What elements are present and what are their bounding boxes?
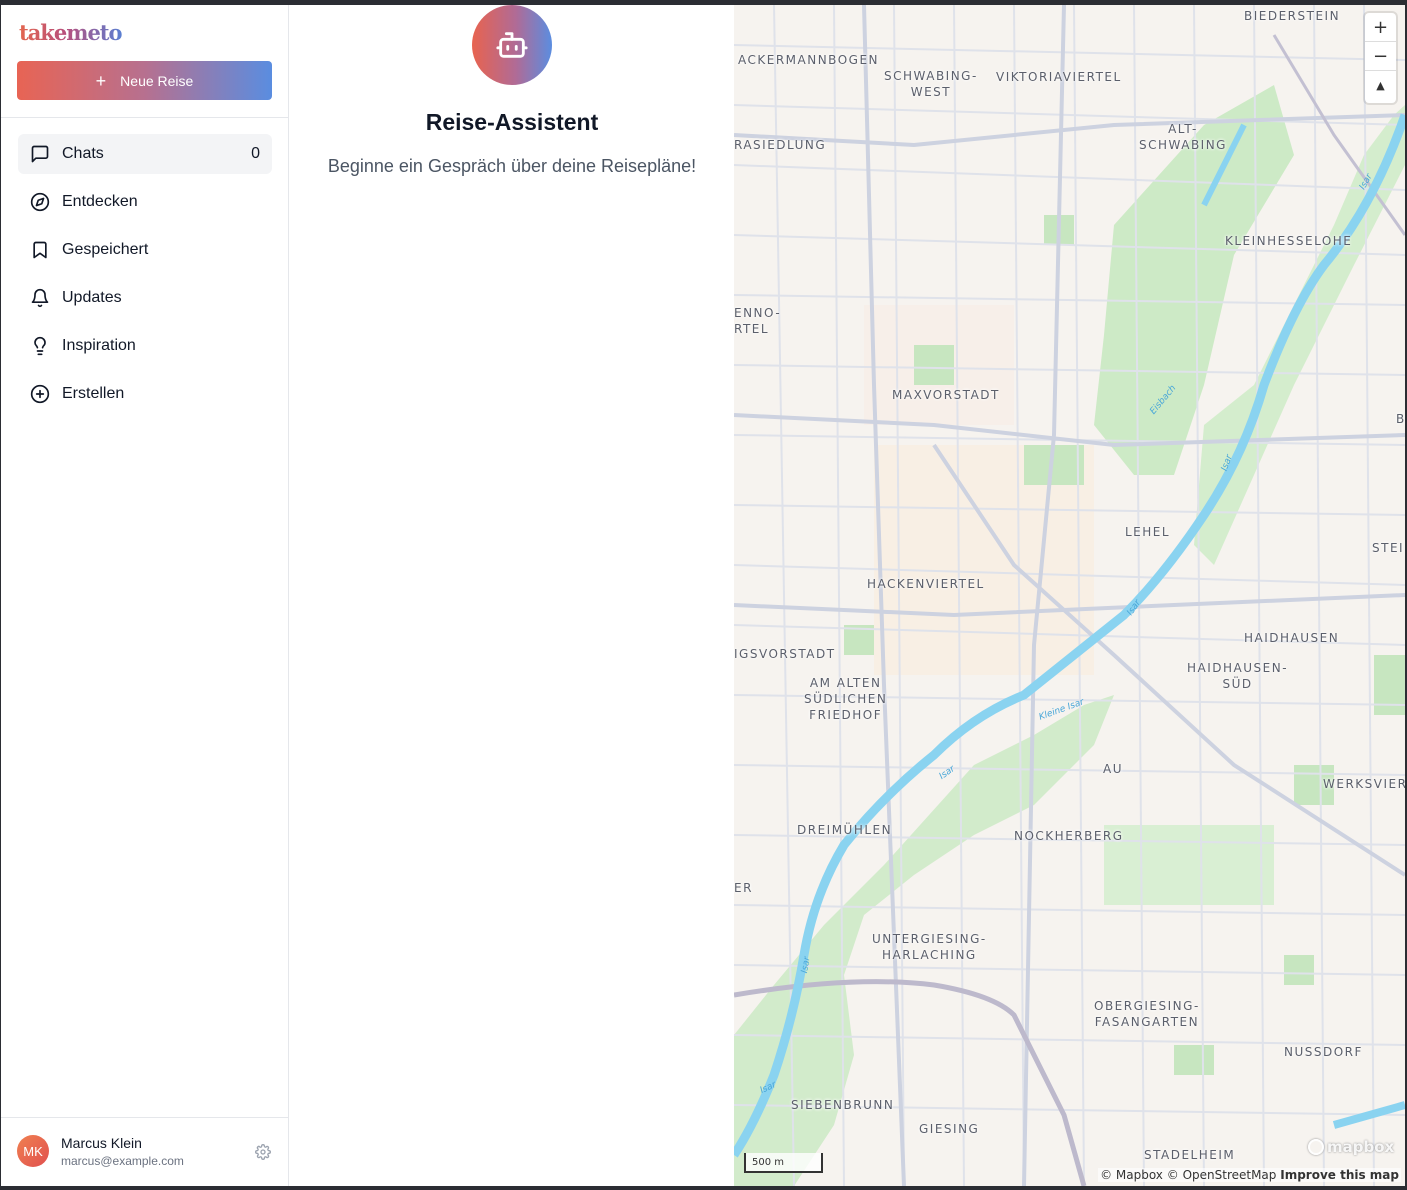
user-email: marcus@example.com xyxy=(61,1154,184,1168)
map-label: ACKERMANNBOGEN xyxy=(738,53,880,67)
map-label: B xyxy=(1396,412,1405,426)
map-label: MAXVORSTADT xyxy=(892,388,1000,402)
sidebar-item-updates[interactable]: Updates xyxy=(18,278,272,318)
sidebar-item-label: Entdecken xyxy=(62,193,138,210)
map-attribution: © Mapbox © OpenStreetMap Improve this ma… xyxy=(1098,1168,1401,1182)
zoom-out-button[interactable]: − xyxy=(1365,42,1396,71)
new-trip-button[interactable]: + Neue Reise xyxy=(17,61,272,100)
map-label: OBERGIESING- FASANGARTEN xyxy=(1094,999,1200,1029)
user-profile: MK Marcus Klein marcus@example.com xyxy=(17,1135,275,1171)
sidebar-item-label: Updates xyxy=(62,289,122,306)
map-zoom-controls: + − ▲ xyxy=(1365,13,1396,103)
map-label: NOCKHERBERG xyxy=(1014,829,1124,843)
map-label: STADELHEIM xyxy=(1144,1148,1236,1162)
map-label: HACKENVIERTEL xyxy=(867,577,985,591)
avatar[interactable]: MK xyxy=(17,1135,49,1167)
zoom-in-button[interactable]: + xyxy=(1365,13,1396,42)
map-label: HAIDHAUSEN- SÜD xyxy=(1187,661,1289,691)
divider xyxy=(1,117,289,118)
lightbulb-icon xyxy=(34,336,46,356)
mapbox-logo-text: mapbox xyxy=(1327,1138,1395,1156)
sidebar-item-label: Chats xyxy=(62,145,104,162)
divider xyxy=(1,1117,289,1118)
map-base-layer xyxy=(734,5,1405,1186)
map-label: GIESING xyxy=(919,1122,980,1136)
map-label: HAIDHAUSEN xyxy=(1244,631,1340,645)
map-label: ENNO- RTEL xyxy=(734,306,782,336)
chat-title: Reise-Assistent xyxy=(425,109,599,135)
map-label: UNTERGIESING- HARLACHING xyxy=(872,932,987,962)
map-label: KLEINHESSELOHE xyxy=(1225,234,1353,248)
logo: takemeto xyxy=(19,20,123,45)
map-label: VIKTORIAVIERTEL xyxy=(996,70,1122,84)
message-square-icon xyxy=(31,145,49,163)
improve-map-link[interactable]: Improve this map xyxy=(1280,1168,1399,1182)
settings-gear-icon[interactable] xyxy=(255,1144,271,1160)
sidebar-item-label: Gespeichert xyxy=(62,241,149,258)
map-label: ER xyxy=(734,881,753,895)
plus-circle-icon xyxy=(30,384,50,404)
compass-reset-button[interactable]: ▲ xyxy=(1365,71,1396,100)
bot-icon xyxy=(496,32,528,58)
map-label: NUSSDORF xyxy=(1284,1045,1363,1059)
attribution-mapbox-link[interactable]: © Mapbox xyxy=(1100,1168,1163,1182)
sidebar-item-label: Inspiration xyxy=(62,337,136,354)
map-label: DREIMÜHLEN xyxy=(797,823,893,837)
plus-icon: + xyxy=(95,70,107,91)
map-label: WERKSVIERTE xyxy=(1323,777,1405,791)
compass-icon xyxy=(30,192,50,212)
chats-count-badge: 0 xyxy=(251,145,260,162)
map-label: SIEBENBRUNN xyxy=(791,1098,895,1112)
map-label: RASIEDLUNG xyxy=(734,138,827,152)
chat-subtitle: Beginne ein Gespräch über deine Reiseplä… xyxy=(327,156,697,176)
map-label: STEI xyxy=(1372,541,1405,555)
map-label: BIEDERSTEIN xyxy=(1244,9,1341,23)
mapbox-logo[interactable]: mapbox xyxy=(1308,1138,1394,1156)
sidebar-item-erstellen[interactable]: Erstellen xyxy=(18,374,272,414)
app-window: takemeto + Neue Reise Chats 0 Entdecken … xyxy=(1,5,1405,1186)
map-label: ALT- SCHWABING xyxy=(1139,122,1227,152)
sidebar-item-gespeichert[interactable]: Gespeichert xyxy=(18,230,272,270)
map-label: AM ALTEN SÜDLICHEN FRIEDHOF xyxy=(804,676,888,722)
attribution-osm-link[interactable]: © OpenStreetMap xyxy=(1167,1168,1277,1182)
map-label: AU xyxy=(1103,762,1123,776)
user-name: Marcus Klein xyxy=(61,1135,142,1151)
chat-panel: Reise-Assistent Beginne ein Gespräch übe… xyxy=(290,5,734,1186)
map-label: IGSVORSTADT xyxy=(734,647,836,661)
sidebar-item-chats[interactable]: Chats 0 xyxy=(18,134,272,174)
new-trip-label: Neue Reise xyxy=(120,72,194,89)
bookmark-icon xyxy=(33,241,47,259)
map-label: SCHWABING- WEST xyxy=(884,69,978,99)
bot-avatar xyxy=(472,5,552,85)
map-label: LEHEL xyxy=(1125,525,1171,539)
map-scale: 500 m xyxy=(744,1153,823,1173)
sidebar-item-entdecken[interactable]: Entdecken xyxy=(18,182,272,222)
sidebar-item-label: Erstellen xyxy=(62,385,125,402)
map-view[interactable]: BIEDERSTEIN ACKERMANNBOGEN SCHWABING- WE… xyxy=(734,5,1405,1186)
bell-icon xyxy=(31,288,49,308)
sidebar: takemeto + Neue Reise Chats 0 Entdecken … xyxy=(1,5,289,1186)
sidebar-nav: Chats 0 Entdecken Gespeichert Updates In… xyxy=(18,134,272,422)
sidebar-item-inspiration[interactable]: Inspiration xyxy=(18,326,272,366)
mapbox-icon xyxy=(1308,1139,1324,1155)
